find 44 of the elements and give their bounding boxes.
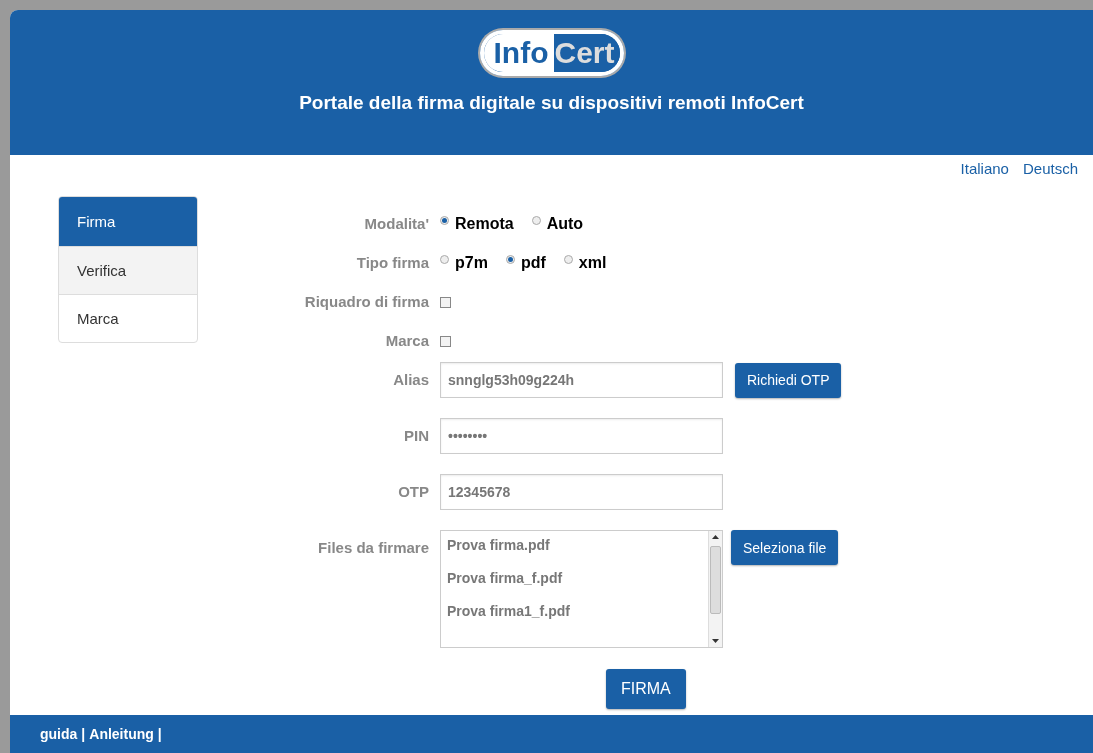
logo: Info Cert bbox=[479, 30, 624, 76]
checkbox[interactable] bbox=[440, 296, 451, 308]
scroll-up-icon[interactable] bbox=[712, 534, 719, 540]
language-link[interactable]: Deutsch bbox=[1022, 160, 1078, 182]
field-label: Marca bbox=[385, 331, 429, 351]
radio-button[interactable] bbox=[563, 254, 573, 264]
file-item[interactable]: Prova firma1_f.pdf bbox=[447, 603, 702, 619]
pin-field[interactable]: •••••••• bbox=[440, 418, 723, 454]
radio-label: p7m bbox=[455, 254, 488, 272]
radio-button[interactable] bbox=[531, 215, 541, 225]
checkbox[interactable] bbox=[440, 335, 451, 347]
separator: | bbox=[81, 726, 86, 742]
radio-label: pdf bbox=[520, 254, 546, 272]
language-link[interactable]: Italiano bbox=[960, 160, 1009, 182]
field-label: Riquadro di firma bbox=[304, 292, 429, 312]
radio-label: xml bbox=[578, 254, 607, 272]
radio-button[interactable] bbox=[505, 254, 515, 264]
scroll-down-icon[interactable] bbox=[712, 638, 719, 644]
radio-button[interactable] bbox=[440, 215, 449, 225]
scrollbar[interactable] bbox=[708, 531, 722, 647]
footer-link[interactable]: Anleitung bbox=[89, 726, 154, 742]
field-label: Files da firmare bbox=[318, 538, 429, 558]
footer-link[interactable]: guida bbox=[40, 726, 78, 742]
field-label: Modalita' bbox=[364, 214, 429, 234]
field-label: OTP bbox=[398, 482, 429, 502]
separator: | bbox=[157, 726, 162, 742]
request-otp-button[interactable]: Richiedi OTP bbox=[735, 362, 842, 398]
sidebar-item[interactable]: Marca bbox=[59, 294, 197, 342]
otp-field[interactable]: 12345678 bbox=[440, 474, 723, 510]
page-title: Portale della firma digitale su dispositivi remoti InfoCert bbox=[299, 92, 804, 114]
select-file-button[interactable]: Seleziona file bbox=[731, 530, 839, 565]
file-list[interactable]: Prova firma.pdf Prova firma_f.pdf Prova firma1_f.pdf bbox=[440, 530, 723, 648]
radio-button[interactable] bbox=[440, 254, 449, 264]
field-label: Alias bbox=[393, 370, 429, 390]
field-label: PIN bbox=[404, 426, 429, 446]
sign-button[interactable]: FIRMA bbox=[606, 669, 686, 709]
alias-field[interactable]: snnglg53h09g224h bbox=[440, 362, 723, 398]
field-label: Tipo firma bbox=[356, 253, 429, 273]
sidebar-item[interactable]: Verifica bbox=[59, 246, 197, 294]
radio-label: Remota bbox=[455, 215, 514, 233]
file-item[interactable]: Prova firma_f.pdf bbox=[447, 570, 702, 586]
sidebar-item[interactable]: Firma bbox=[59, 197, 197, 246]
file-item[interactable]: Prova firma.pdf bbox=[447, 537, 702, 553]
radio-label: Auto bbox=[546, 215, 584, 233]
